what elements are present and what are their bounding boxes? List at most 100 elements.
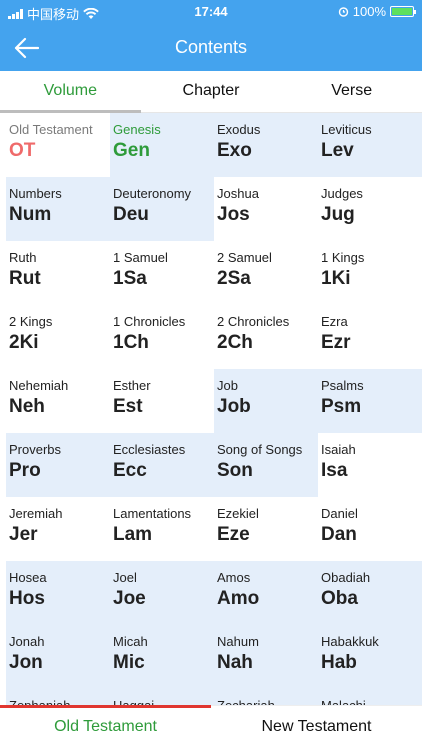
book-name: 1 Samuel bbox=[113, 250, 168, 265]
book-cell[interactable]: 2 Chronicles 2Ch bbox=[214, 305, 318, 369]
book-cell[interactable]: Daniel Dan bbox=[318, 497, 422, 561]
book-cell[interactable]: Ruth Rut bbox=[6, 241, 110, 305]
book-abbr: Mic bbox=[113, 652, 145, 673]
book-name: Job bbox=[217, 378, 238, 393]
book-cell[interactable]: Psalms Psm bbox=[318, 369, 422, 433]
book-name: Ezekiel bbox=[217, 506, 259, 521]
battery-icon bbox=[390, 6, 416, 17]
book-abbr: Amo bbox=[217, 588, 260, 609]
book-name: Ruth bbox=[9, 250, 37, 265]
book-name: 2 Chronicles bbox=[217, 314, 290, 329]
book-abbr: Psm bbox=[321, 396, 362, 417]
book-abbr: 1Ch bbox=[113, 332, 149, 353]
bottom-tab-bar: Old Testament New Testament bbox=[0, 705, 422, 750]
tab-chapter[interactable]: Chapter bbox=[141, 71, 282, 112]
book-name: Exodus bbox=[217, 122, 261, 137]
book-cell[interactable]: Haggai bbox=[110, 689, 214, 705]
book-cell[interactable]: Zechariah bbox=[214, 689, 318, 705]
book-cell[interactable]: 1 Chronicles 1Ch bbox=[110, 305, 214, 369]
book-name: Habakkuk bbox=[321, 634, 379, 649]
book-cell[interactable]: Jeremiah Jer bbox=[6, 497, 110, 561]
book-cell[interactable]: Isaiah Isa bbox=[318, 433, 422, 497]
tab-old-testament[interactable]: Old Testament bbox=[0, 705, 211, 750]
tab-new-testament[interactable]: New Testament bbox=[211, 706, 422, 750]
book-grid: Old Testament OT Genesis Gen Exodus Exo Leviti… bbox=[6, 113, 422, 705]
book-cell[interactable]: Lamentations Lam bbox=[110, 497, 214, 561]
page-title: Contents bbox=[174, 37, 248, 57]
book-name: Leviticus bbox=[321, 122, 372, 137]
book-name: Esther bbox=[113, 378, 151, 393]
book-cell[interactable]: Leviticus Lev bbox=[318, 113, 422, 177]
book-name: Nahum bbox=[217, 634, 259, 649]
book-name: Micah bbox=[113, 634, 148, 649]
book-cell[interactable]: Nehemiah Neh bbox=[6, 369, 110, 433]
book-name: Hosea bbox=[9, 570, 47, 585]
book-cell[interactable]: Amos Amo bbox=[214, 561, 318, 625]
book-name: Ezra bbox=[321, 314, 348, 329]
app-header: 中国移动 17:44 100% Contents bbox=[0, 0, 422, 71]
book-name: Zechariah bbox=[217, 698, 318, 705]
book-abbr: 1Ki bbox=[321, 268, 351, 289]
book-abbr: Pro bbox=[9, 460, 41, 481]
alarm-icon bbox=[338, 7, 348, 17]
nav-bar: Contents bbox=[0, 24, 422, 71]
book-name: Lamentations bbox=[113, 506, 192, 521]
book-abbr: Son bbox=[217, 460, 253, 481]
book-cell[interactable]: Obadiah Oba bbox=[318, 561, 422, 625]
book-cell[interactable]: Micah Mic bbox=[110, 625, 214, 689]
book-name: Deuteronomy bbox=[113, 186, 192, 201]
book-cell[interactable]: Song of Songs Son bbox=[214, 433, 318, 497]
book-cell[interactable]: Exodus Exo bbox=[214, 113, 318, 177]
book-name: Judges bbox=[321, 186, 363, 201]
book-cell[interactable]: Jonah Jon bbox=[6, 625, 110, 689]
book-cell[interactable]: 2 Kings 2Ki bbox=[6, 305, 110, 369]
book-name: 2 Samuel bbox=[217, 250, 272, 265]
book-abbr: 2Ch bbox=[217, 332, 253, 353]
book-abbr: Dan bbox=[321, 524, 357, 545]
tab-verse[interactable]: Verse bbox=[281, 71, 422, 112]
book-cell[interactable]: Zephaniah bbox=[6, 689, 110, 705]
book-cell[interactable]: 1 Kings 1Ki bbox=[318, 241, 422, 305]
book-cell[interactable]: Esther Est bbox=[110, 369, 214, 433]
book-abbr: Oba bbox=[321, 588, 358, 609]
tab-bar: Volume Chapter Verse bbox=[0, 71, 422, 113]
book-name: Isaiah bbox=[321, 442, 356, 457]
book-abbr: Lam bbox=[113, 524, 153, 545]
book-cell[interactable]: Joshua Jos bbox=[214, 177, 318, 241]
book-cell[interactable]: Malachi bbox=[318, 689, 422, 705]
book-cell[interactable]: Old Testament OT bbox=[6, 113, 110, 177]
book-cell[interactable]: Judges Jug bbox=[318, 177, 422, 241]
book-cell[interactable]: Job Job bbox=[214, 369, 318, 433]
book-abbr: Exo bbox=[217, 140, 252, 161]
book-abbr: 1Sa bbox=[113, 268, 147, 289]
book-cell[interactable]: Habakkuk Hab bbox=[318, 625, 422, 689]
book-abbr: 2Sa bbox=[217, 268, 251, 289]
book-cell[interactable]: Joel Joe bbox=[110, 561, 214, 625]
book-cell[interactable]: Proverbs Pro bbox=[6, 433, 110, 497]
book-cell[interactable]: 1 Samuel 1Sa bbox=[110, 241, 214, 305]
book-abbr: Eze bbox=[217, 524, 250, 545]
book-name: Psalms bbox=[321, 378, 364, 393]
book-cell[interactable]: 2 Samuel 2Sa bbox=[214, 241, 318, 305]
book-abbr: Jon bbox=[9, 652, 43, 673]
book-abbr: OT bbox=[9, 140, 36, 161]
book-cell[interactable]: Ezekiel Eze bbox=[214, 497, 318, 561]
book-abbr: Est bbox=[113, 396, 143, 417]
book-cell[interactable]: Nahum Nah bbox=[214, 625, 318, 689]
book-abbr: Rut bbox=[9, 268, 41, 289]
book-name: Zephaniah bbox=[9, 698, 110, 705]
book-abbr: Hab bbox=[321, 652, 357, 673]
book-cell[interactable]: Deuteronomy Deu bbox=[110, 177, 214, 241]
book-cell[interactable]: Ezra Ezr bbox=[318, 305, 422, 369]
book-name: Nehemiah bbox=[9, 378, 69, 393]
book-abbr: Lev bbox=[321, 140, 354, 161]
book-cell[interactable]: Hosea Hos bbox=[6, 561, 110, 625]
book-cell[interactable]: Genesis Gen bbox=[110, 113, 214, 177]
book-abbr: Num bbox=[9, 204, 52, 225]
book-cell[interactable]: Ecclesiastes Ecc bbox=[110, 433, 214, 497]
book-name: 1 Kings bbox=[321, 250, 365, 265]
book-name: Numbers bbox=[9, 186, 62, 201]
status-bar: 中国移动 17:44 100% bbox=[0, 0, 422, 24]
book-cell[interactable]: Numbers Num bbox=[6, 177, 110, 241]
tab-volume[interactable]: Volume bbox=[0, 71, 141, 113]
